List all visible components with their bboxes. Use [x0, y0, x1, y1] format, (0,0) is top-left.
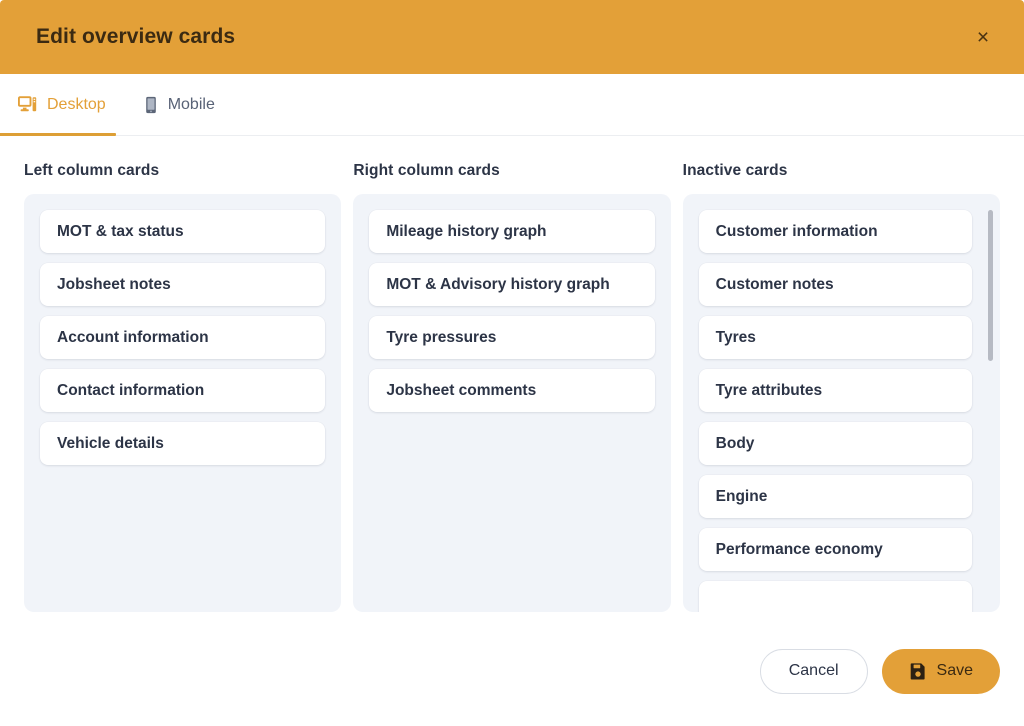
droplist-left[interactable]: MOT & tax status Jobsheet notes Account … [24, 194, 342, 612]
card-item[interactable]: MOT & Advisory history graph [369, 263, 655, 306]
column-left: Left column cards MOT & tax status Jobsh… [24, 162, 342, 626]
card-item[interactable]: MOT & tax status [40, 210, 326, 253]
save-button[interactable]: Save [881, 648, 1000, 694]
card-item[interactable]: Body [698, 422, 972, 465]
column-right-title: Right column cards [353, 162, 500, 179]
close-icon[interactable]: × [966, 20, 1000, 54]
card-item[interactable]: Jobsheet comments [369, 369, 655, 412]
column-left-title: Left column cards [24, 162, 160, 179]
page-title: Edit overview cards [36, 25, 236, 48]
scrollbar-thumb[interactable] [987, 210, 993, 361]
card-item[interactable]: Jobsheet notes [40, 263, 326, 306]
tab-desktop[interactable]: Desktop [0, 74, 126, 136]
card-item[interactable]: Tyre pressures [369, 316, 655, 359]
save-button-label: Save [936, 662, 973, 679]
droplist-right[interactable]: Mileage history graph MOT & Advisory his… [353, 194, 671, 612]
column-inactive: Inactive cards Customer information Cust… [682, 162, 1000, 626]
tab-desktop-label: Desktop [47, 95, 106, 113]
card-item[interactable]: Customer information [698, 210, 972, 253]
dialog-header: Edit overview cards × [0, 0, 1024, 74]
card-item[interactable]: Account information [40, 316, 326, 359]
columns-area: Left column cards MOT & tax status Jobsh… [0, 136, 1024, 626]
tab-mobile-label: Mobile [167, 95, 215, 113]
mobile-icon [144, 96, 158, 114]
card-item[interactable]: Performance economy [698, 528, 972, 571]
card-item[interactable]: Mileage history graph [369, 210, 655, 253]
card-item[interactable] [698, 581, 972, 612]
column-inactive-title: Inactive cards [682, 162, 788, 179]
desktop-icon [18, 96, 37, 113]
scrollbar[interactable] [987, 210, 993, 596]
floppy-disk-save-icon [909, 662, 927, 680]
dialog-footer: Cancel Save [0, 626, 1024, 726]
card-item[interactable]: Engine [698, 475, 972, 518]
card-item[interactable]: Tyre attributes [698, 369, 972, 412]
edit-overview-cards-dialog: Edit overview cards × Desktop Mobile Lef… [0, 0, 1024, 726]
card-item[interactable]: Tyres [698, 316, 972, 359]
card-item[interactable]: Contact information [40, 369, 326, 412]
card-item[interactable]: Customer notes [698, 263, 972, 306]
cancel-button[interactable]: Cancel [759, 648, 868, 694]
tab-mobile[interactable]: Mobile [126, 74, 235, 135]
card-item[interactable]: Vehicle details [40, 422, 326, 465]
tab-bar: Desktop Mobile [0, 74, 1024, 136]
column-right: Right column cards Mileage history graph… [353, 162, 671, 626]
droplist-inactive[interactable]: Customer information Customer notes Tyre… [682, 194, 1000, 612]
